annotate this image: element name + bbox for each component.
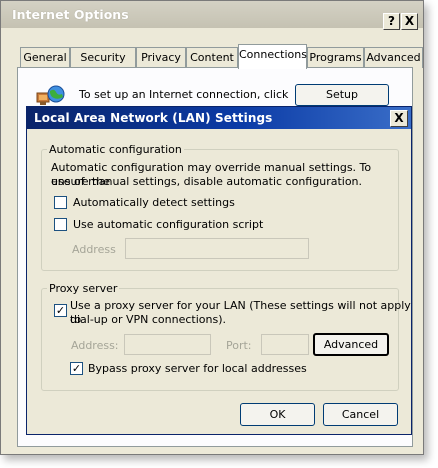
bypass-local-checkbox[interactable]: ✓ (70, 362, 83, 375)
proxy-port-field[interactable] (261, 334, 309, 355)
auto-config-script-checkbox[interactable] (54, 218, 67, 231)
proxy-server-label: Proxy server (47, 282, 120, 295)
proxy-address-field[interactable] (124, 334, 211, 355)
auto-config-script-label[interactable]: Use automatic configuration script (73, 218, 263, 231)
cancel-button[interactable]: Cancel (323, 403, 398, 426)
setup-button[interactable]: Setup (295, 84, 389, 106)
automatic-configuration-label: Automatic configuration (47, 143, 184, 156)
tab-privacy[interactable]: Privacy (136, 47, 186, 68)
outer-close-button[interactable]: X (401, 13, 418, 30)
advanced-button[interactable]: Advanced (313, 333, 389, 356)
tab-connections[interactable]: Connections (238, 44, 307, 69)
use-proxy-label-line2[interactable]: dial-up or VPN connections). (70, 313, 226, 327)
script-address-field[interactable] (125, 238, 309, 259)
use-proxy-checkbox[interactable]: ✓ (54, 304, 67, 317)
window-title: Internet Options (12, 7, 129, 22)
internet-options-titlebar[interactable]: Internet Options (1, 1, 423, 28)
auto-detect-label[interactable]: Automatically detect settings (73, 196, 235, 209)
auto-detect-checkbox[interactable] (54, 196, 67, 209)
lan-close-button[interactable]: X (390, 110, 408, 127)
help-button[interactable]: ? (383, 13, 400, 30)
script-address-label: Address (72, 243, 116, 256)
tab-programs[interactable]: Programs (307, 47, 364, 68)
setup-description: To set up an Internet connection, click (79, 88, 289, 101)
tab-content[interactable]: Content (186, 47, 238, 68)
lan-settings-dialog: Local Area Network (LAN) Settings X Auto… (26, 106, 412, 435)
ok-button[interactable]: OK (240, 403, 315, 426)
lan-dialog-title: Local Area Network (LAN) Settings (34, 111, 273, 125)
bypass-local-label[interactable]: Bypass proxy server for local addresses (88, 362, 307, 375)
network-globe-icon (36, 85, 65, 105)
tab-advanced[interactable]: Advanced (364, 47, 423, 68)
lan-dialog-titlebar[interactable]: Local Area Network (LAN) Settings X (27, 107, 411, 129)
proxy-address-label: Address: (71, 339, 119, 352)
auto-config-description-line2: use of manual settings, disable automati… (51, 175, 363, 188)
tab-general[interactable]: General (20, 47, 70, 68)
tab-security[interactable]: Security (70, 47, 136, 68)
proxy-port-label: Port: (226, 339, 252, 352)
